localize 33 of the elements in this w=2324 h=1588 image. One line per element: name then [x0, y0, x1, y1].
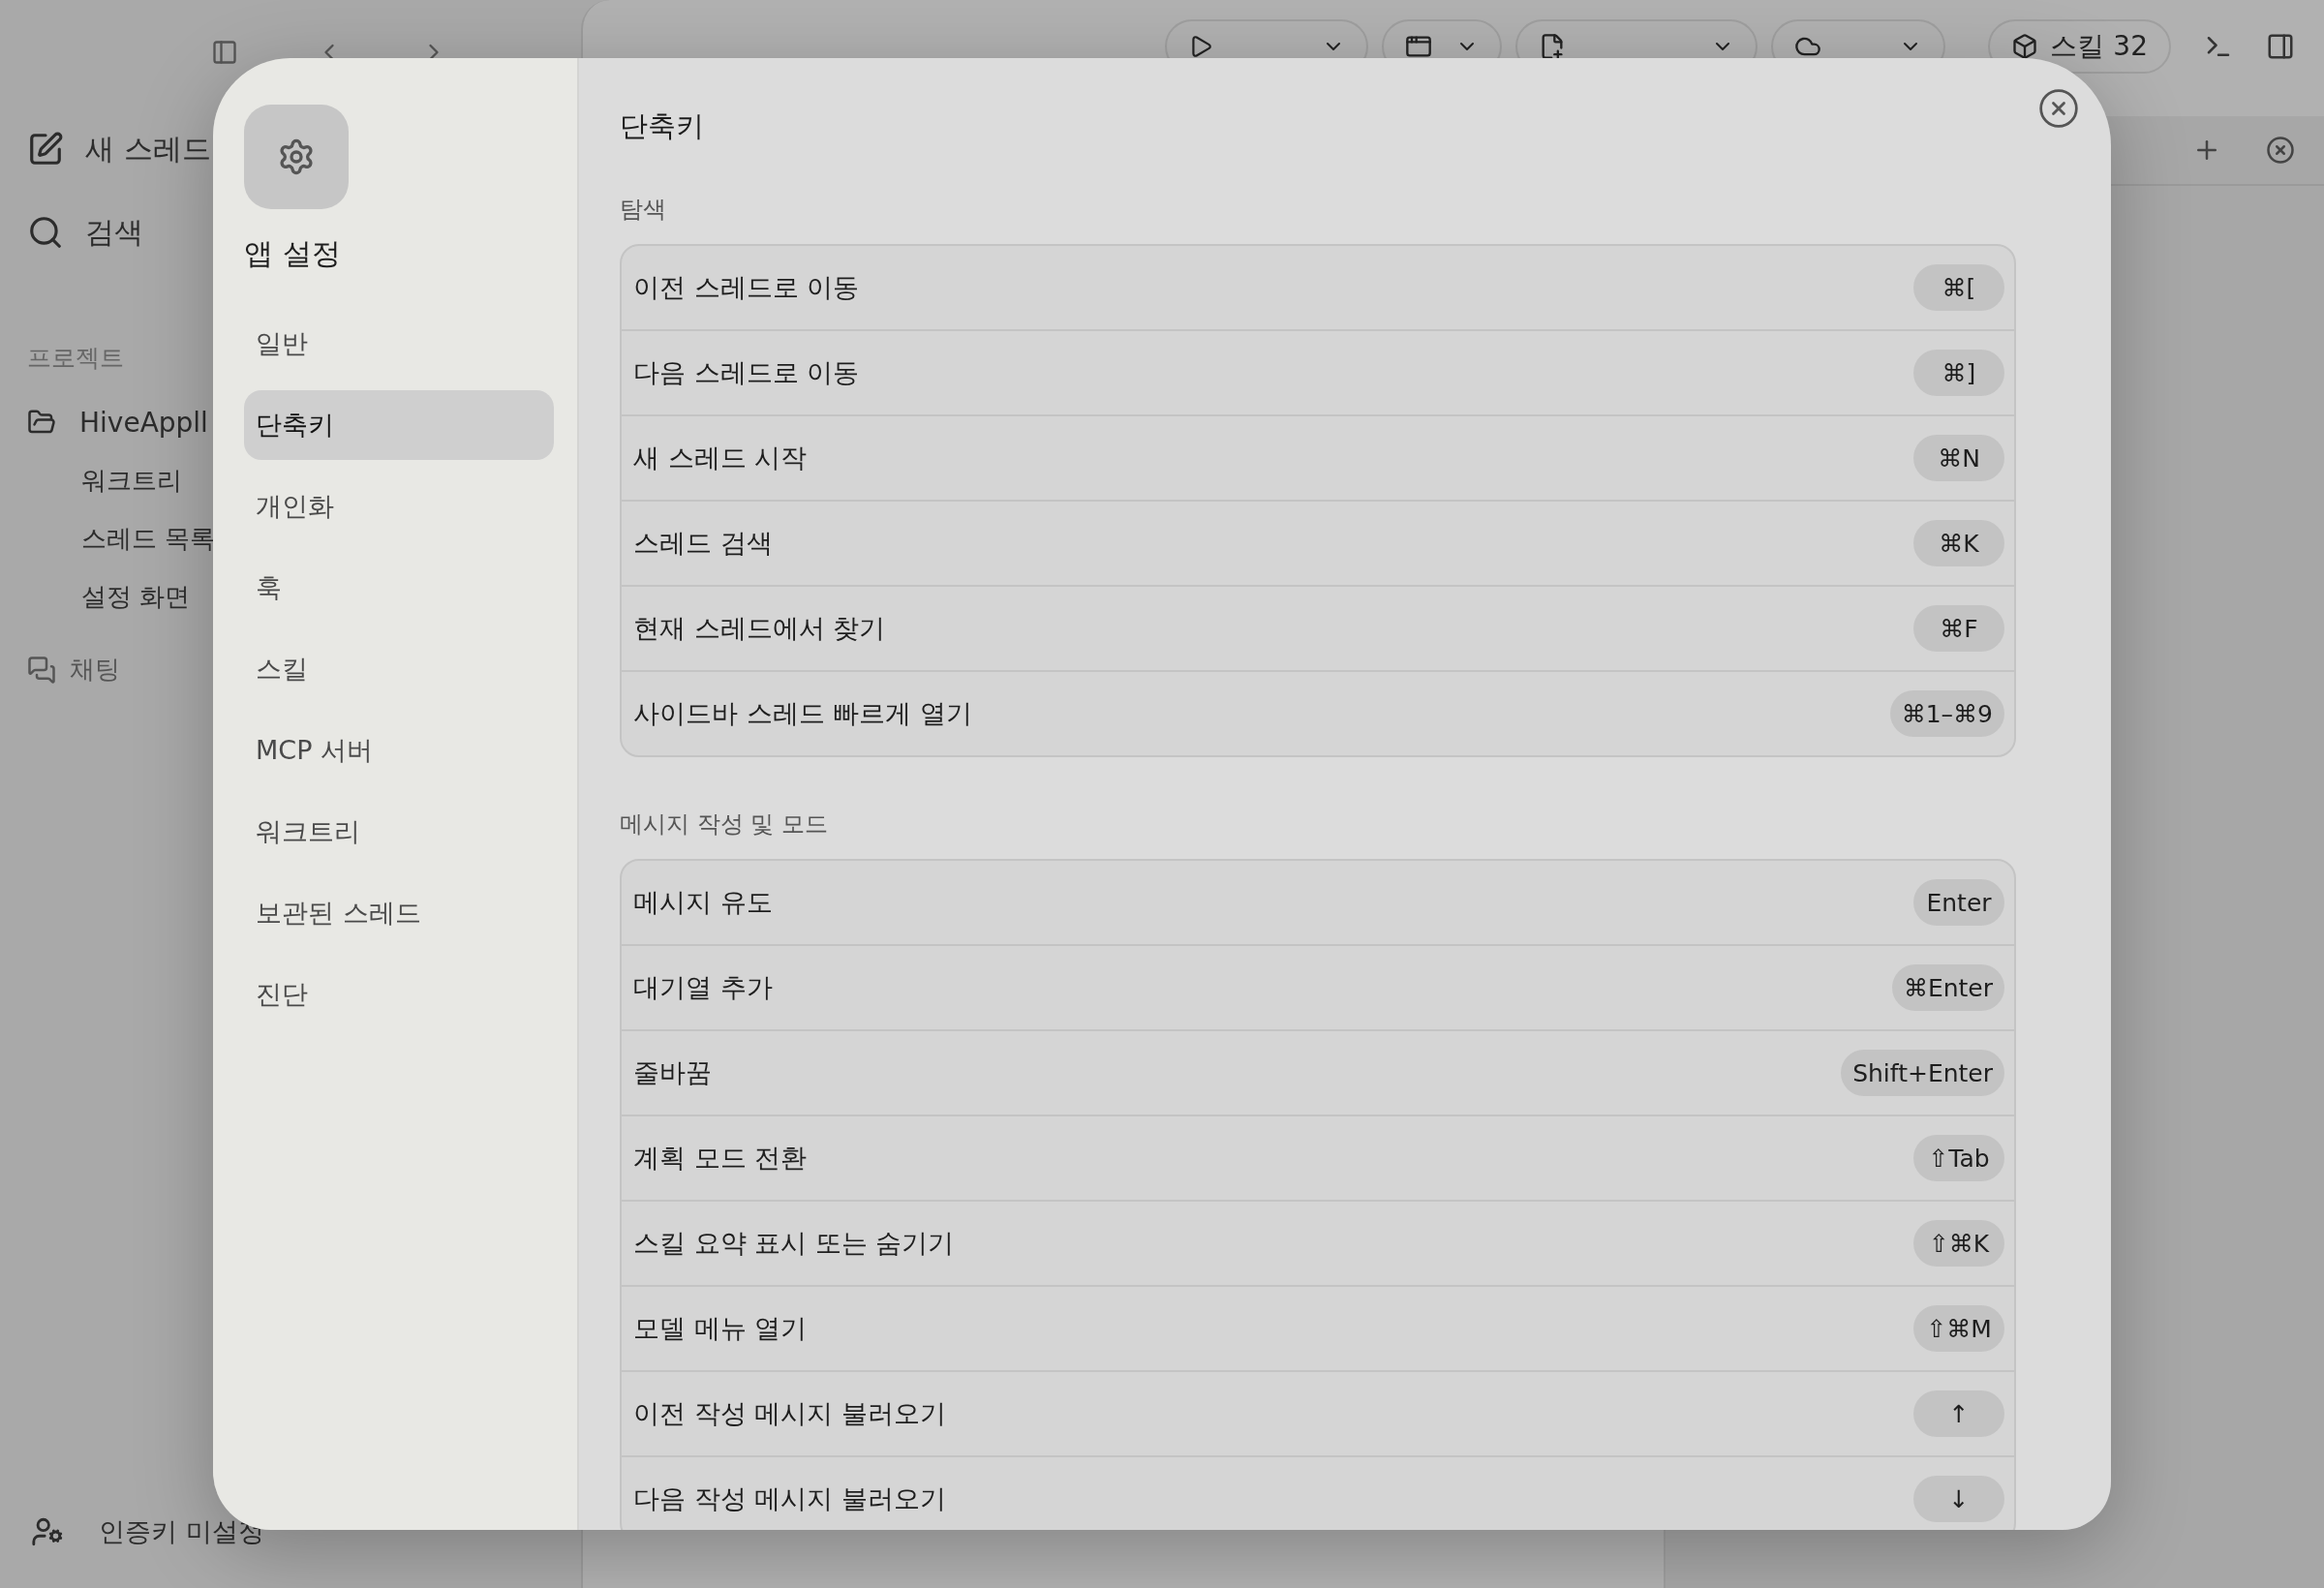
shortcut-label: 스레드 검색 — [633, 527, 773, 560]
key-badge: ⌘1–⌘9 — [1889, 690, 2004, 737]
key-badge: ⌘Enter — [1891, 964, 2004, 1011]
section-label: 메시지 작성 및 모드 — [620, 810, 829, 838]
shortcut-label: 현재 스레드에서 찾기 — [633, 612, 886, 645]
shortcut-label: 이전 작성 메시지 불러오기 — [633, 1397, 946, 1430]
key-badge: ⇧⌘M — [1913, 1305, 2004, 1352]
key-badge: ↓ — [1913, 1476, 2004, 1522]
key-badge: ⌘F — [1913, 605, 2004, 652]
key-badge: ⌘] — [1913, 350, 2004, 396]
shortcut-label: 사이드바 스레드 빠르게 열기 — [633, 697, 972, 730]
shortcut-label: 모델 메뉴 열기 — [633, 1312, 808, 1345]
key-badge: ⇧Tab — [1913, 1135, 2004, 1181]
shortcut-label: 스킬 요약 표시 또는 숨기기 — [633, 1227, 955, 1260]
key-badge: Shift+Enter — [1841, 1050, 2004, 1096]
key-badge: ⇧⌘K — [1913, 1220, 2004, 1267]
key-badge: ⌘N — [1913, 435, 2004, 481]
key-badge: ⌘[ — [1913, 264, 2004, 311]
shortcut-label: 다음 스레드로 이동 — [633, 356, 860, 389]
key-badge: ⌘K — [1913, 520, 2004, 566]
section-label: 프로젝트 — [27, 343, 124, 374]
shortcut-label: 새 스레드 시작 — [633, 442, 808, 474]
shortcut-label: 대기열 추가 — [633, 971, 773, 1004]
shortcut-label: 계획 모드 전환 — [633, 1142, 808, 1175]
settings-title: 앱 설정 — [244, 236, 342, 271]
key-badge: Enter — [1913, 879, 2004, 926]
shortcut-label: 다음 작성 메시지 불러오기 — [633, 1482, 946, 1515]
shortcut-label: 메시지 유도 — [633, 886, 773, 919]
shortcut-label: 이전 스레드로 이동 — [633, 271, 860, 304]
page-title: 단축키 — [620, 108, 705, 144]
shortcut-label: 줄바꿈 — [633, 1056, 712, 1089]
section-label: 탐색 — [620, 196, 667, 223]
key-badge: ↑ — [1913, 1390, 2004, 1437]
